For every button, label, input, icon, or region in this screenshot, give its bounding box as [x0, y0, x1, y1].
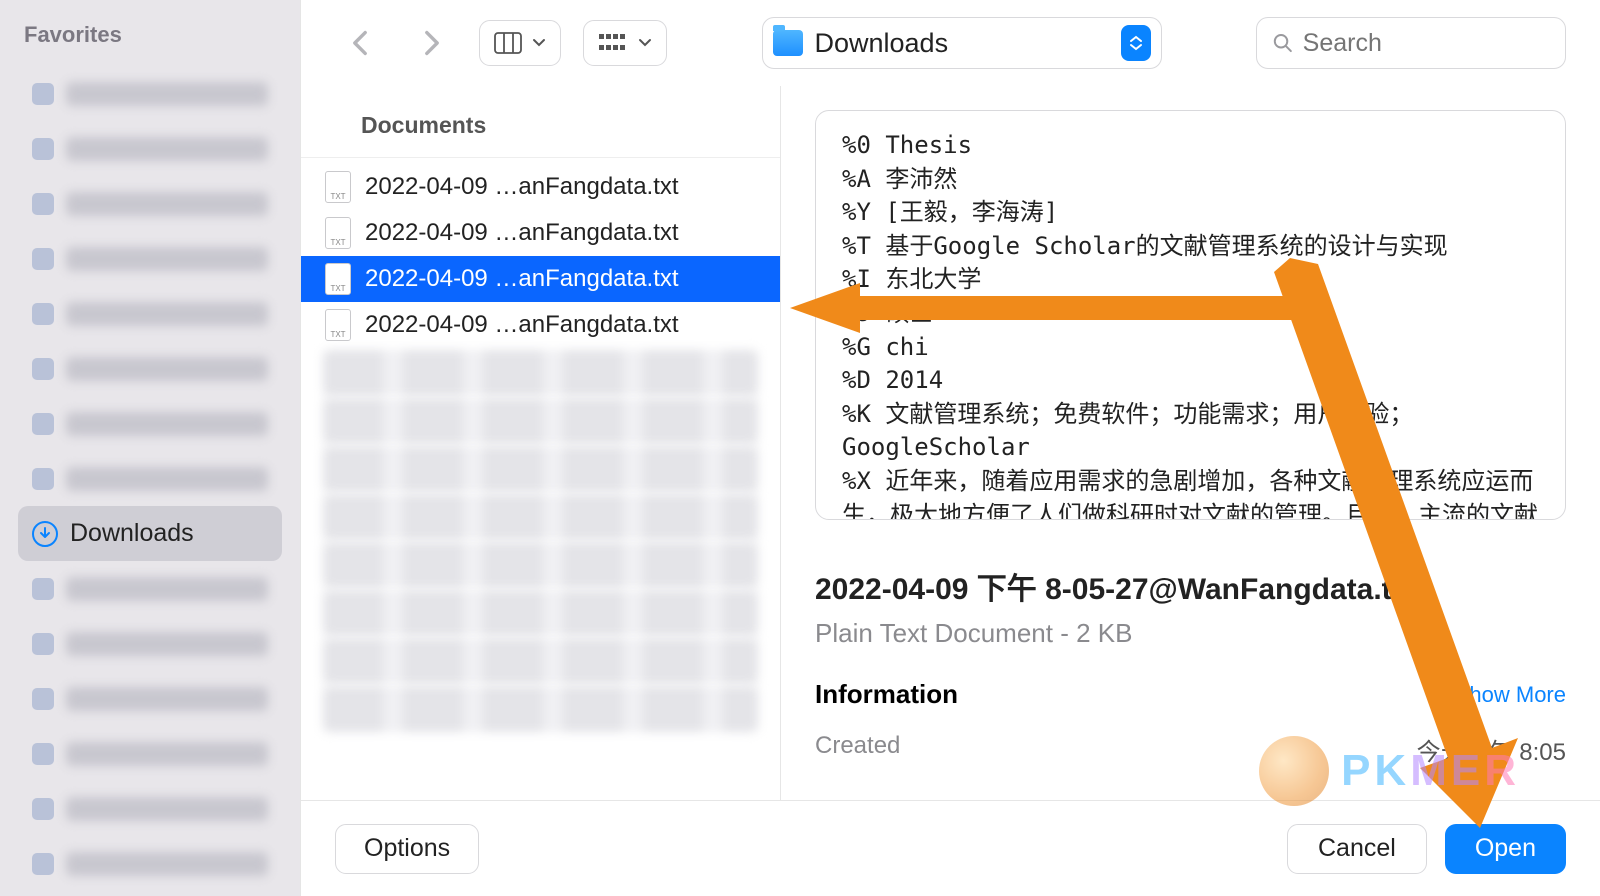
- file-row-blurred: [323, 542, 758, 588]
- search-icon: [1273, 32, 1293, 54]
- search-box[interactable]: [1256, 17, 1566, 69]
- sidebar-item-label: Downloads: [70, 519, 194, 548]
- main-panel: Downloads Documents 2022-04-09 …anFangda…: [300, 0, 1600, 896]
- file-name: 2022-04-09 …anFangdata.txt: [365, 219, 766, 247]
- forward-button[interactable]: [407, 20, 457, 66]
- preview-column: %0 Thesis %A 李沛然 %Y [王毅，李海涛] %T 基于Google…: [781, 86, 1600, 800]
- file-row-blurred: [323, 398, 758, 444]
- sidebar-item-downloads[interactable]: Downloads: [18, 506, 282, 561]
- txt-file-icon: [325, 309, 351, 341]
- file-row[interactable]: 2022-04-09 …anFangdata.txt: [301, 164, 780, 210]
- txt-file-icon: [325, 263, 351, 295]
- created-value: 今天下午 8:05: [1417, 732, 1566, 767]
- txt-file-icon: [325, 171, 351, 203]
- preview-kind: Plain Text Document - 2 KB: [815, 618, 1566, 649]
- file-row-blurred: [323, 590, 758, 636]
- file-row-blurred: [323, 446, 758, 492]
- file-row-blurred: [323, 350, 758, 396]
- sidebar-item-blurred[interactable]: [18, 231, 282, 286]
- location-label: Downloads: [815, 28, 1109, 59]
- txt-file-icon: [325, 217, 351, 249]
- preview-filename: 2022-04-09 下午 8-05-27@WanFangdata.txt: [815, 564, 1566, 608]
- sidebar-item-blurred[interactable]: [18, 451, 282, 506]
- file-row[interactable]: 2022-04-09 …anFangdata.txt: [301, 210, 780, 256]
- show-more-link[interactable]: Show More: [1455, 682, 1566, 708]
- file-column: Documents 2022-04-09 …anFangdata.txt2022…: [301, 86, 781, 800]
- sidebar-item-blurred[interactable]: [18, 121, 282, 176]
- file-name: 2022-04-09 …anFangdata.txt: [365, 311, 766, 339]
- sidebar-item-blurred[interactable]: [18, 781, 282, 836]
- sidebar-item-blurred[interactable]: [18, 396, 282, 451]
- sidebar-item-blurred[interactable]: [18, 726, 282, 781]
- sidebar-item-blurred[interactable]: [18, 286, 282, 341]
- search-input[interactable]: [1303, 29, 1549, 58]
- sidebar-item-blurred[interactable]: [18, 176, 282, 231]
- file-row-blurred: [323, 494, 758, 540]
- file-name: 2022-04-09 …anFangdata.txt: [365, 265, 766, 293]
- sidebar-item-blurred[interactable]: [18, 341, 282, 396]
- file-row-blurred: [323, 638, 758, 684]
- file-row[interactable]: 2022-04-09 …anFangdata.txt: [301, 302, 780, 348]
- download-icon: [32, 521, 58, 547]
- cancel-button[interactable]: Cancel: [1287, 824, 1427, 874]
- created-label: Created: [815, 732, 900, 767]
- sidebar-item-blurred[interactable]: [18, 616, 282, 671]
- options-button[interactable]: Options: [335, 824, 479, 874]
- view-mode-columns[interactable]: [479, 20, 561, 66]
- sidebar-item-blurred[interactable]: [18, 671, 282, 726]
- sidebar-title: Favorites: [18, 22, 282, 48]
- back-button[interactable]: [335, 20, 385, 66]
- updown-icon: [1121, 25, 1151, 61]
- group-by-button[interactable]: [583, 20, 667, 66]
- open-button[interactable]: Open: [1445, 824, 1566, 874]
- sidebar-item-blurred[interactable]: [18, 66, 282, 121]
- sidebar-item-blurred[interactable]: [18, 561, 282, 616]
- file-row-blurred: [323, 686, 758, 732]
- folder-icon: [773, 30, 803, 56]
- sidebar: Favorites Downloads: [0, 0, 300, 896]
- file-name: 2022-04-09 …anFangdata.txt: [365, 173, 766, 201]
- chevron-down-icon: [638, 38, 652, 48]
- file-row[interactable]: 2022-04-09 …anFangdata.txt: [301, 256, 780, 302]
- information-heading: Information: [815, 679, 958, 710]
- location-popup[interactable]: Downloads: [762, 17, 1162, 69]
- dialog-footer: Options Cancel Open: [301, 800, 1600, 896]
- column-header: Documents: [301, 86, 780, 158]
- toolbar: Downloads: [301, 0, 1600, 86]
- chevron-down-icon: [532, 38, 546, 48]
- preview-content: %0 Thesis %A 李沛然 %Y [王毅，李海涛] %T 基于Google…: [815, 110, 1566, 520]
- sidebar-item-blurred[interactable]: [18, 836, 282, 891]
- file-list: 2022-04-09 …anFangdata.txt 2022-04-09 …an…: [301, 158, 780, 800]
